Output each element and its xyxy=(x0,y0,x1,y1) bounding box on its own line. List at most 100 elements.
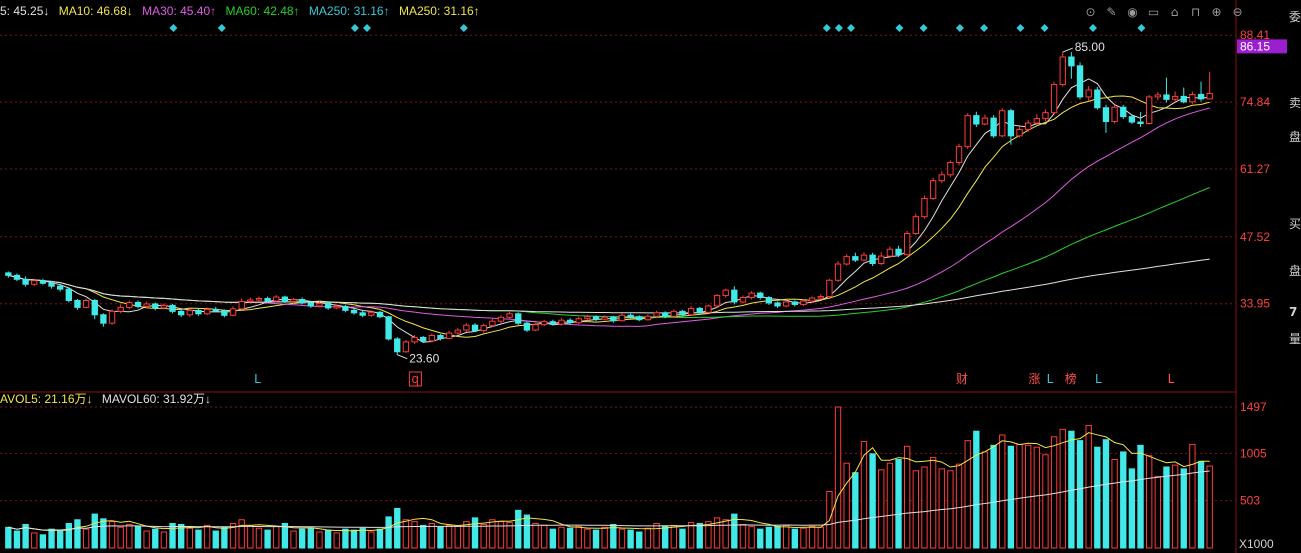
chart-marker-label: L xyxy=(254,372,261,386)
candle-body xyxy=(601,316,608,320)
volume-bar xyxy=(48,528,55,549)
volume-bar xyxy=(1059,428,1066,549)
candle-body xyxy=(964,115,971,148)
volume-bar xyxy=(661,525,669,549)
candle-body xyxy=(627,314,634,318)
volume-bar xyxy=(411,521,418,549)
candle-body xyxy=(307,302,315,307)
high-price-label: 85.00 xyxy=(1075,40,1105,54)
event-diamond-icon xyxy=(459,24,468,32)
candle-body xyxy=(65,288,73,301)
eye-icon[interactable]: ◉ xyxy=(1124,5,1141,20)
volume-bar xyxy=(1163,466,1170,549)
zoom-in-icon[interactable]: ⊕ xyxy=(1208,5,1225,20)
candle-body xyxy=(385,316,392,340)
candle-body xyxy=(1042,112,1049,120)
volume-bar xyxy=(463,521,470,549)
volume-bar xyxy=(324,529,332,549)
volume-bar xyxy=(921,466,928,549)
volume-bar xyxy=(39,534,47,549)
volume-tick-label: 503 xyxy=(1240,494,1260,508)
volume-bar xyxy=(273,525,280,549)
candle-body xyxy=(39,280,47,284)
candle-body xyxy=(782,301,790,307)
window-icon[interactable]: ▭ xyxy=(1145,5,1162,20)
stamp-icon[interactable]: ⌂ xyxy=(1166,5,1183,20)
volume-bar xyxy=(65,523,73,549)
volume-bar xyxy=(1007,445,1015,549)
right-side-panel: 委 卖 盘 买 盘 7 量 xyxy=(1287,0,1301,553)
chart-marker-label: L xyxy=(1168,372,1175,386)
zoom-out-icon[interactable]: ⊖ xyxy=(1229,5,1246,20)
volume-bar xyxy=(791,528,799,549)
volume-bar xyxy=(195,529,202,549)
volume-bar xyxy=(636,531,643,549)
ma-line-ma250 xyxy=(8,258,1210,314)
candle-body xyxy=(886,248,894,257)
chart-marker-label: q xyxy=(411,372,419,386)
volume-bar xyxy=(679,528,686,549)
target-icon[interactable]: ⊙ xyxy=(1082,5,1099,20)
candle-body xyxy=(177,310,185,316)
stock-chart[interactable]: 88.4174.8461.2747.5233.951497100550386.1… xyxy=(0,0,1301,553)
volume-bar xyxy=(368,531,375,549)
volume-bar xyxy=(973,430,980,549)
ma-legend: 5: 45.25↓ MA10: 46.68↓ MA30: 45.40↑ MA60… xyxy=(0,4,486,18)
candle-body xyxy=(661,312,669,317)
candle-body xyxy=(636,316,643,321)
event-diamond-icon xyxy=(955,24,964,32)
candle-body xyxy=(938,174,945,182)
candle-body xyxy=(1163,94,1170,100)
volume-bar xyxy=(1189,443,1196,549)
volume-bar xyxy=(938,468,945,549)
candle-body xyxy=(1068,56,1075,67)
candle-body xyxy=(324,302,332,309)
candle-body xyxy=(160,304,168,309)
candle-body xyxy=(497,316,505,322)
volume-bar xyxy=(186,527,194,549)
volume-bar xyxy=(852,472,859,549)
candle-body xyxy=(333,305,340,309)
candle-body xyxy=(860,254,868,261)
candle-body xyxy=(394,338,401,353)
volume-bar xyxy=(91,513,98,549)
candle-body xyxy=(515,313,522,324)
volume-bar xyxy=(748,525,755,549)
volume-bar xyxy=(981,451,989,549)
volume-tick-label: 1497 xyxy=(1240,400,1267,414)
volume-bar xyxy=(82,528,90,549)
candle-body xyxy=(566,319,574,324)
volume-bar xyxy=(437,526,444,549)
volume-bar xyxy=(540,524,548,549)
candle-body xyxy=(471,324,479,332)
candle-body xyxy=(203,308,211,315)
lock-icon[interactable]: ⊓ xyxy=(1187,5,1204,20)
volume-bar xyxy=(558,526,565,549)
candle-body xyxy=(350,309,358,314)
candle-body xyxy=(679,310,686,316)
candle-body xyxy=(402,341,410,353)
volume-bar xyxy=(955,463,963,549)
candle-body xyxy=(247,299,254,302)
candle-body xyxy=(765,297,773,304)
candle-body xyxy=(117,306,124,312)
candle-body xyxy=(774,302,781,307)
volume-bar xyxy=(1076,440,1084,549)
volume-bar xyxy=(212,530,219,549)
volume-bar xyxy=(869,453,876,549)
candle-body xyxy=(238,300,245,310)
volume-bar xyxy=(817,526,824,549)
panel-text: 买 xyxy=(1289,217,1301,231)
volume-bar xyxy=(903,445,911,549)
candle-body xyxy=(592,316,600,320)
pen-icon[interactable]: ✎ xyxy=(1103,5,1120,20)
volume-bar xyxy=(480,523,487,549)
candle-body xyxy=(316,302,323,307)
event-diamond-icon xyxy=(1089,24,1097,32)
low-price-label: 23.60 xyxy=(409,352,439,366)
candle-body xyxy=(912,216,920,234)
ma250-legend-2: MA250: 31.16↑ xyxy=(398,4,480,18)
candle-body xyxy=(31,280,38,285)
panel-text: 量 xyxy=(1289,332,1301,346)
candle-body xyxy=(903,232,911,256)
